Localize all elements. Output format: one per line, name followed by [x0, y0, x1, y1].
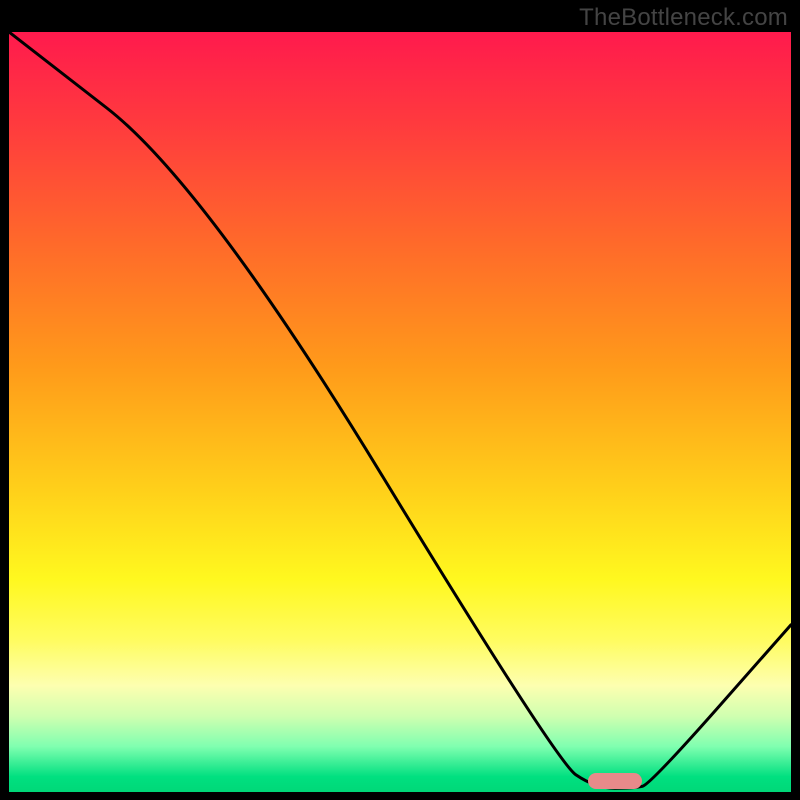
plot-area [9, 32, 791, 792]
curve-svg [9, 32, 791, 792]
bottleneck-curve-path [9, 32, 791, 788]
chart-container: TheBottleneck.com [0, 0, 800, 800]
optimal-marker [588, 773, 643, 789]
watermark-text: TheBottleneck.com [579, 4, 788, 32]
